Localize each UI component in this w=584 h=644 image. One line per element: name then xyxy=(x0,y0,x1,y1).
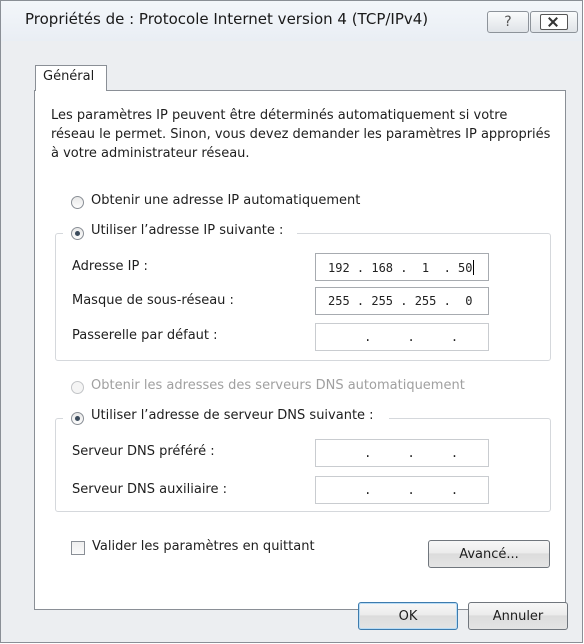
advanced-button-label: Avancé... xyxy=(459,546,519,562)
help-icon: ? xyxy=(504,14,512,30)
tab-general-label: Général xyxy=(43,69,95,84)
tab-general[interactable]: Général xyxy=(35,65,107,91)
ip-address-label: Adresse IP : xyxy=(72,259,148,274)
advanced-button[interactable]: Avancé... xyxy=(428,540,550,568)
subnet-mask-input[interactable]: 255 . 255 . 255 . 0 xyxy=(315,287,489,315)
alternate-dns-input[interactable]: . . . xyxy=(315,476,489,504)
dns-auto-label[interactable]: Obtenir les adresses des serveurs DNS au… xyxy=(91,378,465,393)
help-button[interactable]: ? xyxy=(487,11,529,33)
cancel-button-label: Annuler xyxy=(492,608,544,624)
cancel-button[interactable]: Annuler xyxy=(468,602,568,630)
gateway-value: . . . xyxy=(328,330,459,344)
title-bar[interactable]: Propriétés de : Protocole Internet versi… xyxy=(1,1,582,41)
dns-manual-radio[interactable] xyxy=(71,412,84,425)
close-icon xyxy=(540,14,568,30)
ok-button-label: OK xyxy=(398,608,418,624)
dialog-window: Propriétés de : Protocole Internet versi… xyxy=(0,0,583,643)
validate-checkbox[interactable] xyxy=(71,541,85,555)
ip-manual-label[interactable]: Utiliser l’adresse IP suivante : xyxy=(91,223,283,238)
window-title: Propriétés de : Protocole Internet versi… xyxy=(25,10,429,28)
ip-address-value: 192 . 168 . 1 . 50 xyxy=(328,261,473,275)
validate-label[interactable]: Valider les paramètres en quittant xyxy=(92,539,315,554)
ip-manual-radio[interactable] xyxy=(71,227,84,240)
alternate-dns-label: Serveur DNS auxiliaire : xyxy=(72,482,228,497)
ip-auto-radio[interactable] xyxy=(71,196,84,209)
preferred-dns-value: . . . xyxy=(328,446,459,460)
subnet-mask-value: 255 . 255 . 255 . 0 xyxy=(328,294,473,308)
preferred-dns-label: Serveur DNS préféré : xyxy=(72,444,215,459)
description-text: Les paramètres IP peuvent être déterminé… xyxy=(51,108,551,161)
preferred-dns-input[interactable]: . . . xyxy=(315,439,489,467)
close-button[interactable] xyxy=(530,11,578,33)
gateway-label: Passerelle par défaut : xyxy=(72,328,218,343)
text-caret xyxy=(472,260,474,275)
alternate-dns-value: . . . xyxy=(328,483,459,497)
subnet-mask-label: Masque de sous-réseau : xyxy=(72,293,234,308)
gateway-input[interactable]: . . . xyxy=(315,323,489,351)
ip-auto-label[interactable]: Obtenir une adresse IP automatiquement xyxy=(91,193,360,208)
ok-button[interactable]: OK xyxy=(358,602,458,630)
dns-auto-radio[interactable] xyxy=(71,381,84,394)
ip-address-input[interactable]: 192 . 168 . 1 . 50 xyxy=(315,253,489,281)
dns-manual-label[interactable]: Utiliser l’adresse de serveur DNS suivan… xyxy=(91,408,374,423)
